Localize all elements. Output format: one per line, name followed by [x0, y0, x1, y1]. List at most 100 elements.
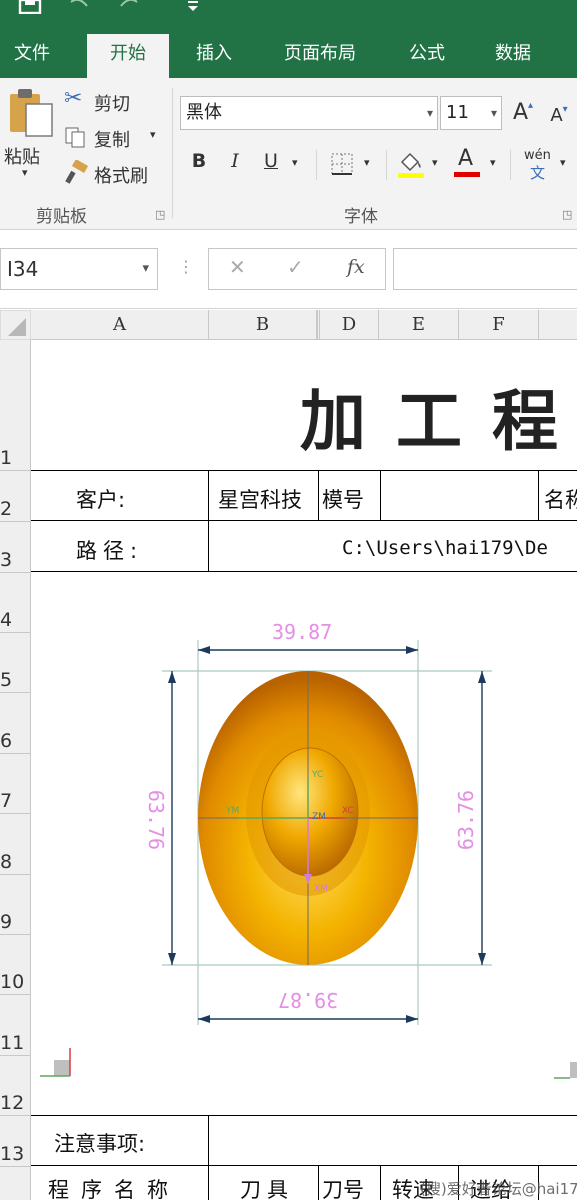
font-color-button[interactable]: A	[452, 146, 484, 180]
row-header-1[interactable]: 1	[0, 340, 31, 470]
row-header-10[interactable]: 10	[0, 935, 31, 994]
row-header-13[interactable]: 13	[0, 1116, 31, 1166]
row-header-6[interactable]: 6	[0, 693, 31, 753]
redo-icon[interactable]	[118, 0, 140, 10]
font-name-select[interactable]: 黑体 ▾	[180, 96, 438, 130]
shrink-font-icon: A	[550, 105, 563, 126]
axis-label-zm: ZM	[312, 812, 326, 822]
fill-color-icon[interactable]	[396, 148, 426, 178]
clipboard-launcher-icon[interactable]: ◳	[155, 208, 165, 221]
row-header-7[interactable]: 7	[0, 754, 31, 813]
row-header-8[interactable]: 8	[0, 814, 31, 874]
dimension-right: 63.76	[454, 789, 479, 851]
fill-color-dropdown-icon[interactable]: ▾	[432, 156, 438, 169]
tool-number-header[interactable]: 刀号	[322, 1174, 364, 1200]
notes-value[interactable]	[212, 1124, 572, 1160]
dimension-left: 63.76	[144, 789, 169, 851]
tab-home[interactable]: 开始	[87, 34, 169, 78]
cell-border	[31, 520, 577, 521]
copy-button[interactable]: 复制 ▾	[64, 124, 164, 151]
borders-dropdown-icon[interactable]: ▾	[364, 156, 370, 169]
sheet-title[interactable]: 加工程	[300, 368, 577, 464]
row-header-3[interactable]: 3	[0, 522, 31, 572]
insert-function-icon[interactable]: fx	[347, 256, 365, 278]
button-separator	[386, 150, 387, 180]
row-header-5[interactable]: 5	[0, 633, 31, 692]
format-painter-icon	[65, 160, 89, 184]
underline-dropdown-icon[interactable]: ▾	[292, 156, 298, 169]
row-header-12[interactable]: 12	[0, 1056, 31, 1115]
formula-input[interactable]	[393, 248, 577, 290]
mold-number-value[interactable]	[384, 484, 534, 514]
path-label[interactable]: 路径:	[76, 535, 143, 565]
tab-insert[interactable]: 插入	[186, 34, 242, 78]
phonetic-guide-button[interactable]: wén 文	[522, 148, 562, 182]
tab-formulas[interactable]: 公式	[398, 34, 456, 78]
watermark-text: (搜)爱好者论坛@hai179	[420, 1180, 577, 1198]
column-header-d[interactable]: D	[317, 310, 379, 340]
italic-button[interactable]: I	[222, 150, 248, 172]
column-header-a[interactable]: A	[31, 310, 209, 340]
cell-border	[31, 470, 577, 471]
tab-page-layout[interactable]: 页面布局	[272, 34, 368, 78]
axis-label-yc: YC	[312, 770, 324, 780]
scissors-icon: ✂	[64, 86, 83, 111]
column-header-g[interactable]	[539, 310, 577, 340]
format-painter-button[interactable]: 格式刷	[64, 160, 164, 187]
axis-label-xm: XM	[314, 884, 328, 894]
bold-button[interactable]: B	[186, 150, 212, 172]
customer-value[interactable]: 星宫科技	[218, 484, 302, 514]
enter-icon[interactable]: ✓	[287, 255, 304, 279]
cell-border	[208, 1115, 209, 1200]
customize-quick-access-icon[interactable]	[186, 0, 200, 12]
customer-label[interactable]: 客户:	[76, 484, 125, 514]
phonetic-dropdown-icon[interactable]: ▾	[560, 156, 566, 169]
paste-button[interactable]: 粘贴 ▾	[2, 86, 54, 186]
formula-bar-grip-icon: ⋮	[178, 257, 194, 276]
copy-dropdown-icon[interactable]: ▾	[150, 128, 156, 141]
name-box[interactable]: I34 ▾	[0, 248, 158, 290]
axis-label-ym: YM	[226, 806, 240, 816]
column-header-b[interactable]: B	[209, 310, 317, 340]
save-icon[interactable]	[18, 0, 42, 14]
undo-icon[interactable]	[68, 0, 90, 10]
select-all-icon[interactable]	[0, 310, 31, 340]
group-separator	[172, 88, 173, 218]
row-headers: 1 2 3 4 5 6 7 8 9 10 11 12 13 14	[0, 340, 31, 1200]
row-header-14[interactable]: 14	[0, 1167, 31, 1200]
borders-icon[interactable]	[330, 152, 354, 176]
row-header-9[interactable]: 9	[0, 875, 31, 934]
row-header-11[interactable]: 11	[0, 995, 31, 1055]
underline-button[interactable]: U	[258, 150, 284, 172]
tab-data[interactable]: 数据	[484, 34, 542, 78]
copy-label: 复制	[94, 130, 130, 151]
column-header-f[interactable]: F	[459, 310, 539, 340]
program-name-header[interactable]: 程序名称	[48, 1174, 180, 1200]
path-value[interactable]: C:\Users\hai179\De	[342, 537, 548, 559]
paste-dropdown-icon[interactable]: ▾	[22, 166, 28, 179]
phonetic-char-label: 文	[530, 164, 546, 182]
font-size-select[interactable]: 11 ▾	[440, 96, 502, 130]
mold-number-label[interactable]: 模号	[322, 484, 364, 514]
row-header-4[interactable]: 4	[0, 573, 31, 632]
cell-border	[380, 1165, 381, 1200]
cancel-icon[interactable]: ✕	[229, 255, 246, 279]
decrease-font-size-button[interactable]: A▾	[546, 104, 572, 126]
ribbon-tabs: 文件 开始 插入 页面布局 公式 数据	[0, 28, 577, 78]
cut-button[interactable]: ✂ 剪切	[64, 86, 144, 115]
notes-label[interactable]: 注意事项:	[54, 1128, 145, 1158]
chevron-down-icon: ▾	[426, 106, 433, 120]
format-painter-label: 格式刷	[94, 166, 148, 187]
part-name-label[interactable]: 名称	[544, 484, 577, 514]
tab-file[interactable]: 文件	[0, 34, 64, 78]
column-header-e[interactable]: E	[379, 310, 459, 340]
chevron-down-icon[interactable]: ▾	[142, 249, 149, 289]
tool-header[interactable]: 刀具	[240, 1174, 294, 1200]
ribbon-home: 粘贴 ▾ ✂ 剪切 复制 ▾ 格式刷 剪贴板 ◳ 黑体 ▾ 11 ▾ A▴ A▾…	[0, 78, 577, 230]
row-header-2[interactable]: 2	[0, 471, 31, 521]
font-color-dropdown-icon[interactable]: ▾	[490, 156, 496, 169]
caret-up-icon: ▴	[528, 100, 534, 111]
font-launcher-icon[interactable]: ◳	[562, 208, 572, 221]
increase-font-size-button[interactable]: A▴	[510, 100, 536, 125]
cell-border	[318, 1165, 319, 1200]
